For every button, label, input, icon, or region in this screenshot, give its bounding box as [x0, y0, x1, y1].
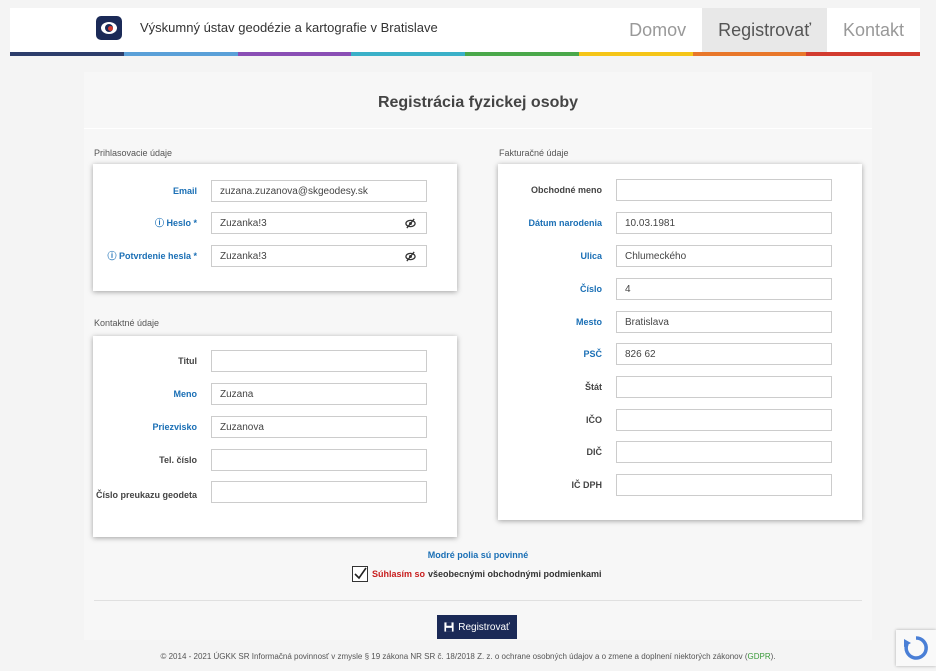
- save-icon: [444, 622, 454, 632]
- dob-label: Dátum narodenia: [528, 218, 602, 228]
- stripe-segment: [578, 52, 693, 56]
- institute-logo[interactable]: [96, 16, 122, 40]
- required-fields-note: Modré polia sú povinné: [427, 550, 529, 560]
- confirm-password-label: ⓘ Potvrdenie hesla *: [107, 251, 197, 261]
- last-name-field[interactable]: Zuzanova: [211, 416, 427, 438]
- register-button-label: Registrovať: [458, 621, 510, 633]
- terms-link[interactable]: všeobecnými obchodnými podmienkami: [428, 569, 602, 579]
- number-field[interactable]: 4: [616, 278, 832, 300]
- contact-panel: Titul Meno Zuzana Priezvisko Zuzanova Te…: [93, 336, 457, 537]
- icdph-label: IČ DPH: [571, 480, 602, 490]
- stripe-segment: [237, 52, 352, 56]
- company-row: Obchodné meno: [498, 179, 832, 201]
- dic-row: DIČ: [498, 441, 832, 463]
- divider: [84, 128, 872, 129]
- first-name-label: Meno: [173, 389, 198, 399]
- confirm-password-field[interactable]: Zuzanka!3: [211, 245, 427, 267]
- country-field[interactable]: [616, 376, 832, 398]
- icdph-field[interactable]: [616, 474, 832, 496]
- stripe-segment: [10, 52, 124, 56]
- stripe-segment: [123, 52, 238, 56]
- password-label: ⓘ Heslo *: [154, 218, 197, 228]
- confirm-password-value: Zuzanka!3: [220, 250, 267, 262]
- first-name-row: Meno Zuzana: [93, 383, 427, 405]
- login-panel: Email zuzana.zuzanova@skgeodesy.sk ⓘ Hes…: [93, 164, 457, 291]
- terms-row: Súhlasím so všeobecnými obchodnými podmi…: [352, 566, 602, 582]
- zip-row: PSČ 826 62: [498, 343, 832, 365]
- number-label: Číslo: [579, 284, 602, 294]
- dic-label: DIČ: [586, 447, 603, 457]
- email-label: Email: [172, 186, 197, 196]
- stripe-segment: [806, 52, 920, 56]
- recaptcha-icon: [904, 636, 928, 660]
- terms-checkbox[interactable]: [352, 566, 368, 582]
- eye-slash-icon[interactable]: [405, 251, 416, 262]
- password-field[interactable]: Zuzanka!3: [211, 212, 427, 234]
- title-field[interactable]: [211, 350, 427, 372]
- register-button[interactable]: Registrovať: [437, 615, 517, 639]
- brand-title[interactable]: Výskumný ústav geodézie a kartografie v …: [140, 20, 438, 35]
- zip-label: PSČ: [583, 349, 602, 359]
- password-row: ⓘ Heslo * Zuzanka!3: [93, 212, 427, 234]
- number-row: Číslo 4: [498, 278, 832, 300]
- license-row: Číslo preukazu geodeta: [93, 481, 427, 503]
- ico-row: IČO: [498, 409, 832, 431]
- terms-agree-text: Súhlasím so: [372, 569, 426, 579]
- phone-label: Tel. číslo: [159, 455, 197, 465]
- first-name-field[interactable]: Zuzana: [211, 383, 427, 405]
- street-label: Ulica: [580, 251, 602, 261]
- stripe-segment: [351, 52, 465, 56]
- main-nav: Domov Registrovať Kontakt: [613, 8, 920, 52]
- country-label: Štát: [584, 382, 602, 392]
- title-row: Titul: [93, 350, 427, 372]
- email-field[interactable]: zuzana.zuzanova@skgeodesy.sk: [211, 180, 427, 202]
- city-field[interactable]: Bratislava: [616, 311, 832, 333]
- license-field[interactable]: [211, 481, 427, 503]
- top-navbar: Výskumný ústav geodézie a kartografie v …: [10, 8, 920, 56]
- last-name-label: Priezvisko: [152, 422, 197, 432]
- password-value: Zuzanka!3: [220, 217, 267, 229]
- dob-field[interactable]: 10.03.1981: [616, 212, 832, 234]
- zip-field[interactable]: 826 62: [616, 343, 832, 365]
- company-field[interactable]: [616, 179, 832, 201]
- nav-contact[interactable]: Kontakt: [827, 8, 920, 52]
- last-name-row: Priezvisko Zuzanova: [93, 416, 427, 438]
- eye-slash-icon[interactable]: [405, 218, 416, 229]
- color-stripe: [10, 52, 920, 56]
- nav-home[interactable]: Domov: [613, 8, 702, 52]
- country-row: Štát: [498, 376, 832, 398]
- billing-panel: Obchodné meno Dátum narodenia 10.03.1981…: [498, 164, 862, 520]
- section-contact-label: Kontaktné údaje: [94, 318, 160, 328]
- stripe-segment: [465, 52, 579, 56]
- dob-row: Dátum narodenia 10.03.1981: [498, 212, 832, 234]
- dic-field[interactable]: [616, 441, 832, 463]
- title-label: Titul: [178, 356, 197, 366]
- email-row: Email zuzana.zuzanova@skgeodesy.sk: [93, 180, 427, 202]
- divider: [94, 600, 862, 601]
- street-row: Ulica Chlumeckého: [498, 245, 832, 267]
- stripe-segment: [692, 52, 807, 56]
- confirm-password-row: ⓘ Potvrdenie hesla * Zuzanka!3: [93, 245, 427, 267]
- street-field[interactable]: Chlumeckého: [616, 245, 832, 267]
- phone-field[interactable]: [211, 449, 427, 471]
- phone-row: Tel. číslo: [93, 449, 427, 471]
- ico-label: IČO: [585, 415, 602, 425]
- ico-field[interactable]: [616, 409, 832, 431]
- icdph-row: IČ DPH: [498, 474, 832, 496]
- city-label: Mesto: [575, 317, 602, 327]
- section-billing-label: Fakturačné údaje: [499, 148, 569, 158]
- license-label: Číslo preukazu geodeta: [95, 490, 197, 500]
- page-title: Registrácia fyzickej osoby: [377, 94, 579, 111]
- nav-register[interactable]: Registrovať: [702, 8, 827, 52]
- recaptcha-badge[interactable]: [896, 630, 936, 666]
- checkmark-icon: [354, 567, 367, 580]
- section-login-label: Prihlasovacie údaje: [94, 148, 173, 158]
- company-label: Obchodné meno: [530, 185, 602, 195]
- registration-card: Registrácia fyzickej osoby Prihlasovacie…: [84, 72, 872, 640]
- city-row: Mesto Bratislava: [498, 311, 832, 333]
